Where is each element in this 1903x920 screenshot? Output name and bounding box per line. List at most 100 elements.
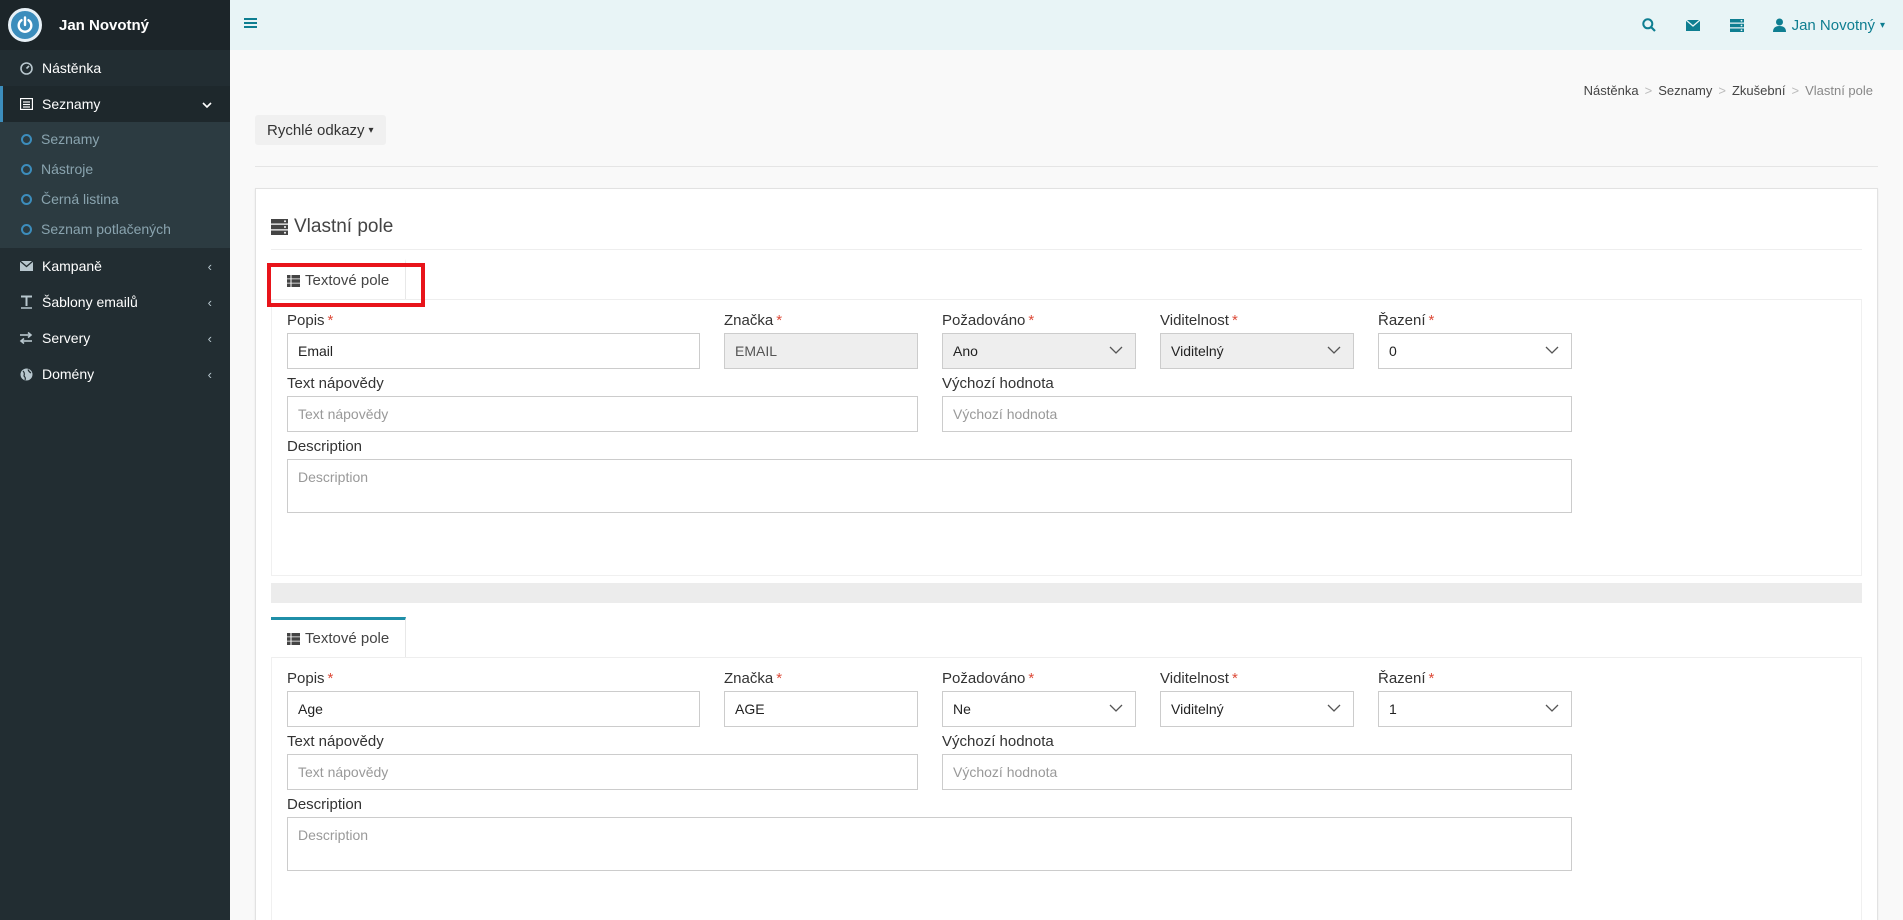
topbar-actions: Jan Novotný ▾ <box>1627 0 1903 50</box>
tab-label: Textové pole <box>305 630 390 647</box>
chevron-down-icon <box>1545 704 1559 712</box>
search-icon[interactable] <box>1627 18 1671 32</box>
submenu-item-cerna-listina[interactable]: Černá listina <box>0 184 230 214</box>
user-icon <box>1772 18 1786 32</box>
power-logo-icon <box>8 8 42 42</box>
submenu-item-nastroje[interactable]: Nástroje <box>0 154 230 184</box>
sidebar-item-label: Nástěnka <box>42 60 102 76</box>
th-list-icon <box>287 632 300 645</box>
chevron-down-icon <box>1327 346 1341 354</box>
server-icon[interactable] <box>1715 18 1759 32</box>
popis-input[interactable]: Email <box>287 333 700 369</box>
user-menu[interactable]: Jan Novotný ▾ <box>1759 17 1903 34</box>
circle-icon <box>21 193 32 205</box>
razeni-select[interactable]: 1 <box>1378 691 1572 727</box>
sidebar-item-domeny[interactable]: Domény ‹ <box>0 356 230 392</box>
sidebar-item-nastenka[interactable]: Nástěnka <box>0 50 230 86</box>
envelope-icon[interactable] <box>1671 19 1715 31</box>
circle-icon <box>21 133 32 145</box>
znacka-label: Značka * <box>724 312 783 329</box>
pozadovano-label: Požadováno * <box>942 670 1035 687</box>
quick-links-button[interactable]: Rychlé odkazy ▾ <box>255 115 386 145</box>
field-pane: Popis * Age Značka * AGE Požadováno * Ne Vi… <box>271 657 1862 920</box>
breadcrumb-current: Vlastní pole <box>1805 83 1873 98</box>
sidebar-item-sablony-emailu[interactable]: Šablony emailů ‹ <box>0 284 230 320</box>
submenu-seznamy: Seznamy Nástroje Černá listina Seznam po… <box>0 122 230 248</box>
box-title-text: Vlastní pole <box>294 216 394 237</box>
brand[interactable]: Jan Novotný <box>0 0 230 50</box>
globe-icon <box>18 368 34 381</box>
znacka-input[interactable]: AGE <box>724 691 918 727</box>
popis-input[interactable]: Age <box>287 691 700 727</box>
submenu-item-label: Seznamy <box>41 131 100 147</box>
vychozi-label: Výchozí hodnota <box>942 733 1054 750</box>
pozadovano-label: Požadováno * <box>942 312 1035 329</box>
hamburger-menu-icon[interactable] <box>244 16 257 34</box>
razeni-label: Řazení * <box>1378 312 1435 329</box>
select-value: Ne <box>953 701 971 717</box>
chevron-down-icon <box>1109 704 1123 712</box>
sidebar-item-kampane[interactable]: Kampaně ‹ <box>0 248 230 284</box>
vychozi-label: Výchozí hodnota <box>942 375 1054 392</box>
sidebar-item-label: Seznamy <box>42 96 101 112</box>
viditelnost-label: Viditelnost * <box>1160 312 1238 329</box>
breadcrumb-item[interactable]: Zkušební <box>1732 83 1785 98</box>
description-textarea[interactable]: Description <box>287 817 1572 871</box>
user-name: Jan Novotný <box>1791 16 1875 34</box>
custom-field-block: Textové pole Popis * Email Značka * EMAIL … <box>271 259 1862 579</box>
submenu-item-seznamy[interactable]: Seznamy <box>0 124 230 154</box>
caret-down-icon: ▾ <box>368 124 374 136</box>
napoveda-input[interactable]: Text nápovědy <box>287 396 918 432</box>
vychozi-input[interactable]: Výchozí hodnota <box>942 754 1572 790</box>
circle-icon <box>21 223 32 235</box>
viditelnost-select[interactable]: Viditelný <box>1160 691 1354 727</box>
content: Nástěnka > Seznamy > Zkušební > Vlastní pole R… <box>230 50 1903 920</box>
sidebar-item-servery[interactable]: Servery ‹ <box>0 320 230 356</box>
napoveda-label: Text nápovědy <box>287 733 384 750</box>
vychozi-input[interactable]: Výchozí hodnota <box>942 396 1572 432</box>
topbar: Jan Novotný ▾ <box>230 0 1903 50</box>
chevron-down-icon <box>202 97 212 112</box>
circle-icon <box>21 163 32 175</box>
chevron-down-icon <box>1109 346 1123 354</box>
chevron-left-icon: ‹ <box>207 258 212 274</box>
caret-down-icon: ▾ <box>1879 19 1885 31</box>
custom-field-block: Textové pole Popis * Age Značka * AGE Poža… <box>271 617 1862 920</box>
field-type-tab[interactable]: Textové pole <box>271 617 407 657</box>
viditelnost-select[interactable]: Viditelný <box>1160 333 1354 369</box>
box-title: Vlastní pole <box>271 216 393 238</box>
popis-label: Popis * <box>287 312 334 329</box>
viditelnost-label: Viditelnost * <box>1160 670 1238 687</box>
sidebar-item-label: Kampaně <box>42 258 102 274</box>
brand-name: Jan Novotný <box>59 16 150 34</box>
quick-links-label: Rychlé odkazy <box>267 121 365 139</box>
chevron-left-icon: ‹ <box>207 330 212 346</box>
znacka-label: Značka * <box>724 670 783 687</box>
description-textarea[interactable]: Description <box>287 459 1572 513</box>
exchange-icon <box>18 332 34 344</box>
razeni-select[interactable]: 0 <box>1378 333 1572 369</box>
breadcrumb-item[interactable]: Nástěnka <box>1584 83 1639 98</box>
submenu-item-label: Nástroje <box>41 161 94 177</box>
divider <box>271 249 1862 250</box>
znacka-input[interactable]: EMAIL <box>724 333 918 369</box>
breadcrumb-separator: > <box>1791 83 1800 98</box>
dashboard-icon <box>18 61 34 75</box>
breadcrumb-separator: > <box>1718 83 1726 98</box>
breadcrumb: Nástěnka > Seznamy > Zkušební > Vlastní pole <box>1584 83 1873 98</box>
text-icon <box>18 295 34 309</box>
select-value: 0 <box>1389 343 1397 359</box>
napoveda-label: Text nápovědy <box>287 375 384 392</box>
list-icon <box>18 98 34 110</box>
field-pane: Popis * Email Značka * EMAIL Požadováno * A… <box>271 299 1862 576</box>
pozadovano-select[interactable]: Ne <box>942 691 1136 727</box>
field-separator <box>271 583 1862 603</box>
pozadovano-select[interactable]: Ano <box>942 333 1136 369</box>
select-value: Viditelný <box>1171 701 1224 717</box>
sidebar-item-label: Domény <box>42 366 95 382</box>
chevron-down-icon <box>1327 704 1341 712</box>
napoveda-input[interactable]: Text nápovědy <box>287 754 918 790</box>
sidebar-item-seznamy[interactable]: Seznamy <box>0 86 230 122</box>
breadcrumb-item[interactable]: Seznamy <box>1658 83 1712 98</box>
submenu-item-seznam-potlacenych[interactable]: Seznam potlačených <box>0 214 230 244</box>
